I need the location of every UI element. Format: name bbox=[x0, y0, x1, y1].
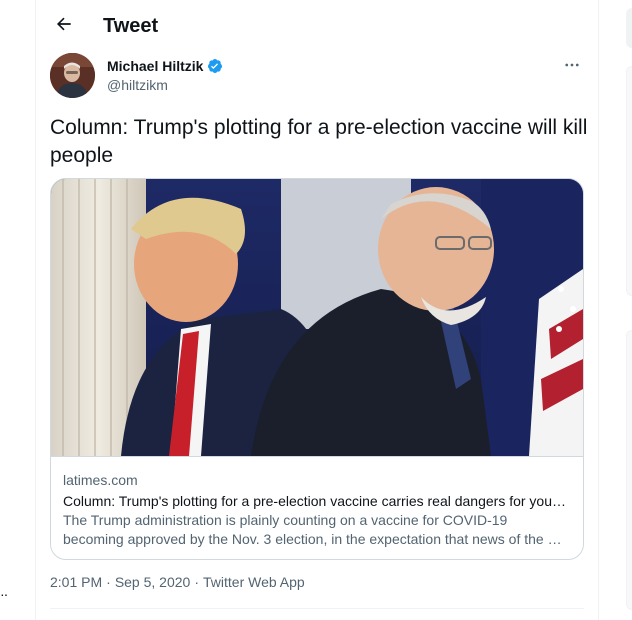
arrow-left-icon bbox=[54, 14, 74, 39]
search-bar-edge[interactable] bbox=[626, 8, 632, 48]
back-button[interactable] bbox=[50, 12, 78, 40]
page-header: Tweet bbox=[36, 0, 598, 53]
card-body: latimes.com Column: Trump's plotting for… bbox=[51, 456, 583, 559]
verified-badge-icon bbox=[207, 58, 223, 74]
author-name-text: Michael Hiltzik bbox=[107, 58, 204, 74]
tweet-text: Column: Trump's plotting for a pre-elect… bbox=[50, 116, 588, 167]
right-sidebar-edge bbox=[599, 0, 632, 620]
tweet-time[interactable]: 2:01 PM bbox=[50, 574, 102, 590]
author-name[interactable]: Michael Hiltzik bbox=[107, 58, 223, 74]
avatar[interactable] bbox=[50, 53, 95, 98]
sidebar-more-dots[interactable]: ·· bbox=[0, 586, 8, 602]
tweet-metadata: 2:01 PM · Sep 5, 2020 · Twitter Web App bbox=[50, 574, 305, 590]
card-image bbox=[51, 179, 583, 456]
meta-separator: · bbox=[106, 574, 111, 590]
link-preview-card[interactable]: latimes.com Column: Trump's plotting for… bbox=[50, 178, 584, 560]
card-title: Column: Trump's plotting for a pre-elect… bbox=[63, 493, 567, 509]
card-domain: latimes.com bbox=[63, 472, 138, 488]
tweet-detail-column: Tweet Michael Hiltzik @hiltzikm Column: … bbox=[36, 0, 598, 620]
tweet-source[interactable]: Twitter Web App bbox=[203, 574, 305, 590]
more-options-button[interactable] bbox=[560, 55, 584, 79]
card-description: The Trump administration is plainly coun… bbox=[63, 512, 562, 547]
sidebar-card-edge bbox=[626, 330, 632, 610]
author-handle[interactable]: @hiltzikm bbox=[107, 77, 168, 93]
page-title: Tweet bbox=[103, 15, 159, 37]
sidebar-card-edge bbox=[626, 66, 632, 296]
more-horizontal-icon bbox=[563, 56, 581, 79]
divider bbox=[50, 608, 584, 609]
left-sidebar-edge: ·· bbox=[0, 0, 35, 620]
tweet-date[interactable]: Sep 5, 2020 bbox=[115, 574, 191, 590]
meta-separator: · bbox=[194, 574, 199, 590]
tweet-author-row: Michael Hiltzik @hiltzikm bbox=[50, 53, 584, 101]
